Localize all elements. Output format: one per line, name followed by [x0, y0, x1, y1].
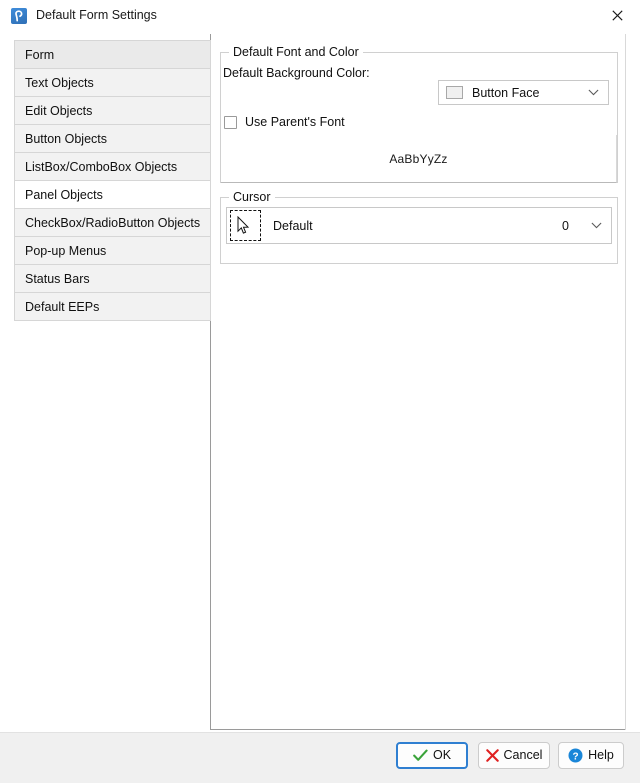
sidebar-item-label: Edit Objects: [25, 104, 93, 118]
x-icon: [485, 749, 499, 762]
sidebar-item-default-eeps[interactable]: Default EEPs: [15, 292, 210, 321]
combobox-value: Button Face: [472, 85, 540, 100]
group-title: Default Font and Color: [229, 45, 363, 59]
svg-text:?: ?: [573, 751, 579, 762]
ok-button-label: OK: [432, 748, 452, 763]
dialog-body: Form Text Objects Edit Objects Button Ob…: [0, 32, 640, 732]
title-bar: Default Form Settings: [0, 0, 640, 32]
pane-bottom-border: [210, 729, 626, 730]
sidebar-item-form[interactable]: Form: [15, 40, 210, 69]
help-button[interactable]: ? Help: [558, 742, 624, 769]
sidebar-item-label: Text Objects: [25, 76, 94, 90]
chevron-down-icon[interactable]: [591, 222, 602, 229]
pane-right-border: [625, 34, 626, 730]
sidebar-item-button-objects[interactable]: Button Objects: [15, 124, 210, 153]
sidebar-item-label: Panel Objects: [25, 188, 103, 202]
font-preview-sample: AaBbYyZz: [389, 151, 448, 166]
color-swatch-icon: [446, 86, 463, 99]
font-preview-box[interactable]: AaBbYyZz: [221, 135, 617, 183]
sidebar-item-label: CheckBox/RadioButton Objects: [25, 216, 201, 230]
sidebar-item-label: Status Bars: [25, 272, 90, 286]
dialog-footer: OK Cancel ? Help: [0, 732, 640, 783]
cancel-button-label: Cancel: [503, 748, 543, 763]
app-icon: [11, 8, 27, 24]
cursor-group: Cursor Default 0: [220, 190, 618, 264]
sidebar-item-label: Form: [25, 48, 55, 62]
use-parents-font-checkbox[interactable]: Use Parent's Font: [224, 115, 345, 129]
group-title: Cursor: [229, 190, 275, 204]
sidebar-item-label: Button Objects: [25, 132, 107, 146]
help-button-label: Help: [588, 748, 614, 763]
sidebar-item-status-bars[interactable]: Status Bars: [15, 264, 210, 293]
chevron-down-icon[interactable]: [588, 89, 599, 96]
sidebar-item-checkbox-radiobutton-objects[interactable]: CheckBox/RadioButton Objects: [15, 208, 210, 237]
check-icon: [413, 749, 428, 761]
sidebar-item-label: ListBox/ComboBox Objects: [25, 160, 178, 174]
checkbox-label: Use Parent's Font: [245, 115, 345, 129]
sidebar-item-popup-menus[interactable]: Pop-up Menus: [15, 236, 210, 265]
checkbox-box-icon: [224, 115, 237, 129]
cursor-value: 0: [562, 218, 569, 233]
sidebar-item-edit-objects[interactable]: Edit Objects: [15, 96, 210, 125]
cursor-name: Default: [273, 218, 313, 233]
question-circle-icon: ?: [568, 748, 583, 763]
sidebar-item-text-objects[interactable]: Text Objects: [15, 68, 210, 97]
sidebar-item-panel-objects[interactable]: Panel Objects: [15, 180, 210, 209]
default-font-and-color-group: Default Font and Color Default Backgroun…: [220, 45, 618, 183]
sidebar-item-label: Default EEPs: [25, 300, 100, 314]
default-background-color-combobox[interactable]: Button Face: [438, 80, 609, 105]
cursor-combobox[interactable]: Default 0: [226, 207, 612, 244]
close-icon[interactable]: [595, 0, 640, 31]
sidebar-item-label: Pop-up Menus: [25, 244, 107, 258]
mouse-pointer-icon: [230, 210, 261, 241]
sidebar-item-listbox-combobox-objects[interactable]: ListBox/ComboBox Objects: [15, 152, 210, 181]
window-title: Default Form Settings: [36, 8, 157, 22]
default-background-color-label: Default Background Color:: [223, 66, 370, 80]
cancel-button[interactable]: Cancel: [478, 742, 550, 769]
ok-button[interactable]: OK: [396, 742, 468, 769]
dialog-window: Default Form Settings Form Text Objects …: [0, 0, 640, 783]
category-list[interactable]: Form Text Objects Edit Objects Button Ob…: [14, 40, 211, 321]
